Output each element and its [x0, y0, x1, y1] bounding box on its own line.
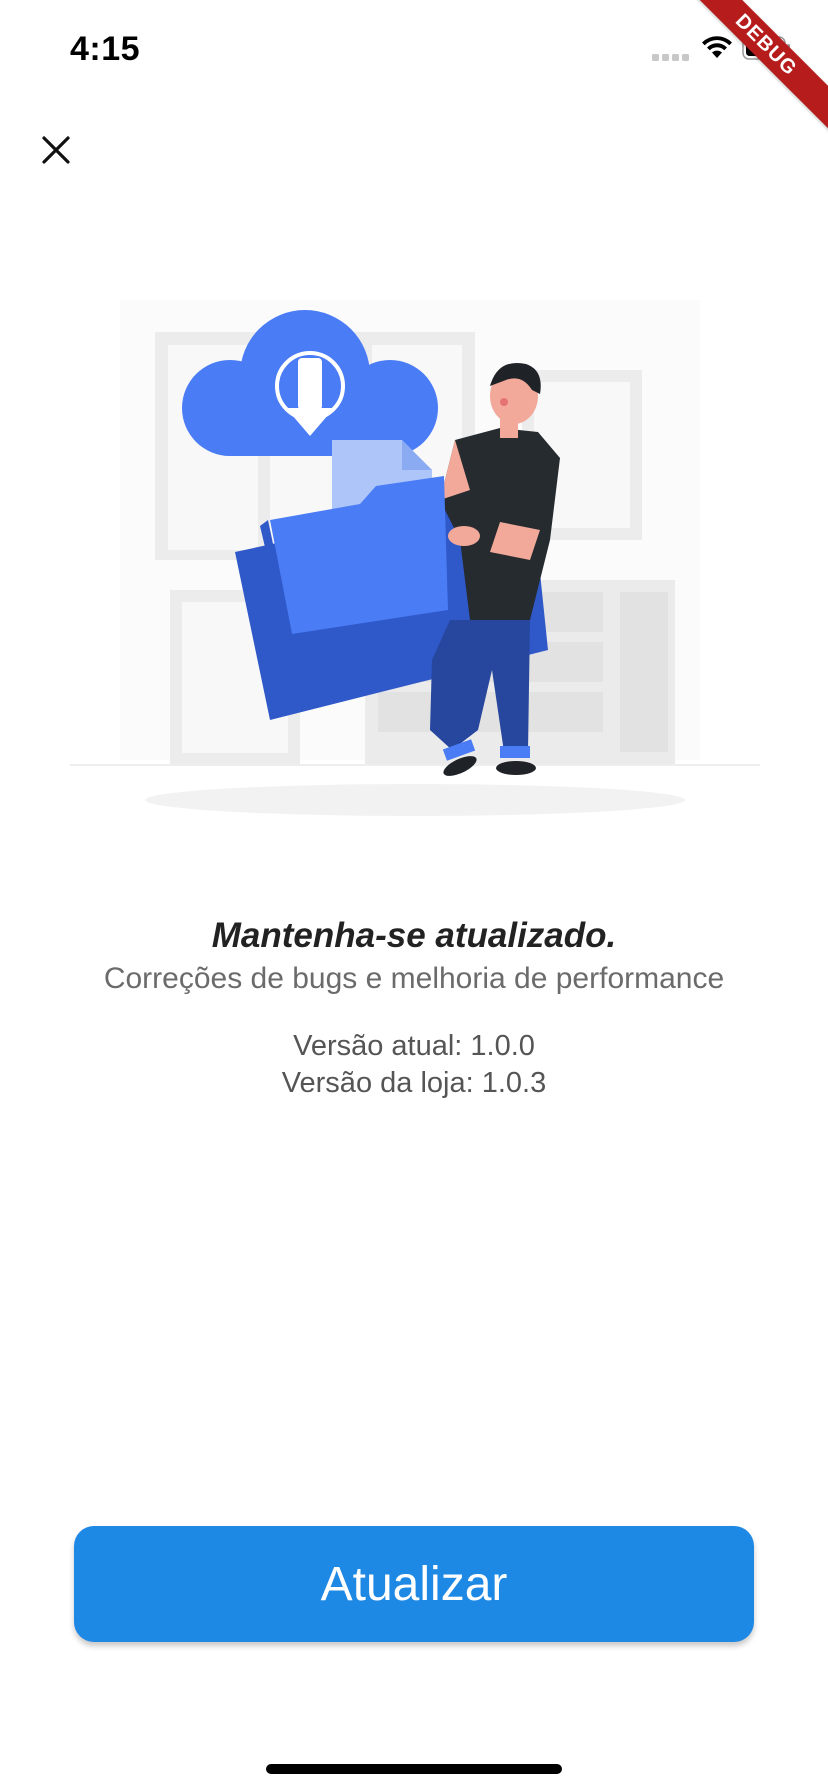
status-time: 4:15 — [70, 30, 141, 68]
wifi-icon — [702, 36, 732, 58]
cloud-download-folder-illustration — [70, 300, 760, 816]
subtitle: Correções de bugs e melhoria de performa… — [103, 962, 725, 995]
status-bar: 4:15 — [0, 0, 828, 100]
headline: Mantenha-se atualizado. — [211, 916, 617, 955]
home-indicator — [266, 1764, 562, 1774]
cellular-signal-icon — [652, 54, 689, 61]
update-button-label: Atualizar — [320, 1557, 508, 1611]
store-version-label: Versão da loja: 1.0.3 — [281, 1067, 547, 1099]
current-version-label: Versão atual: 1.0.0 — [293, 1030, 535, 1062]
close-icon — [42, 136, 70, 164]
update-button[interactable]: Atualizar — [74, 1526, 754, 1642]
close-button[interactable] — [36, 130, 76, 170]
